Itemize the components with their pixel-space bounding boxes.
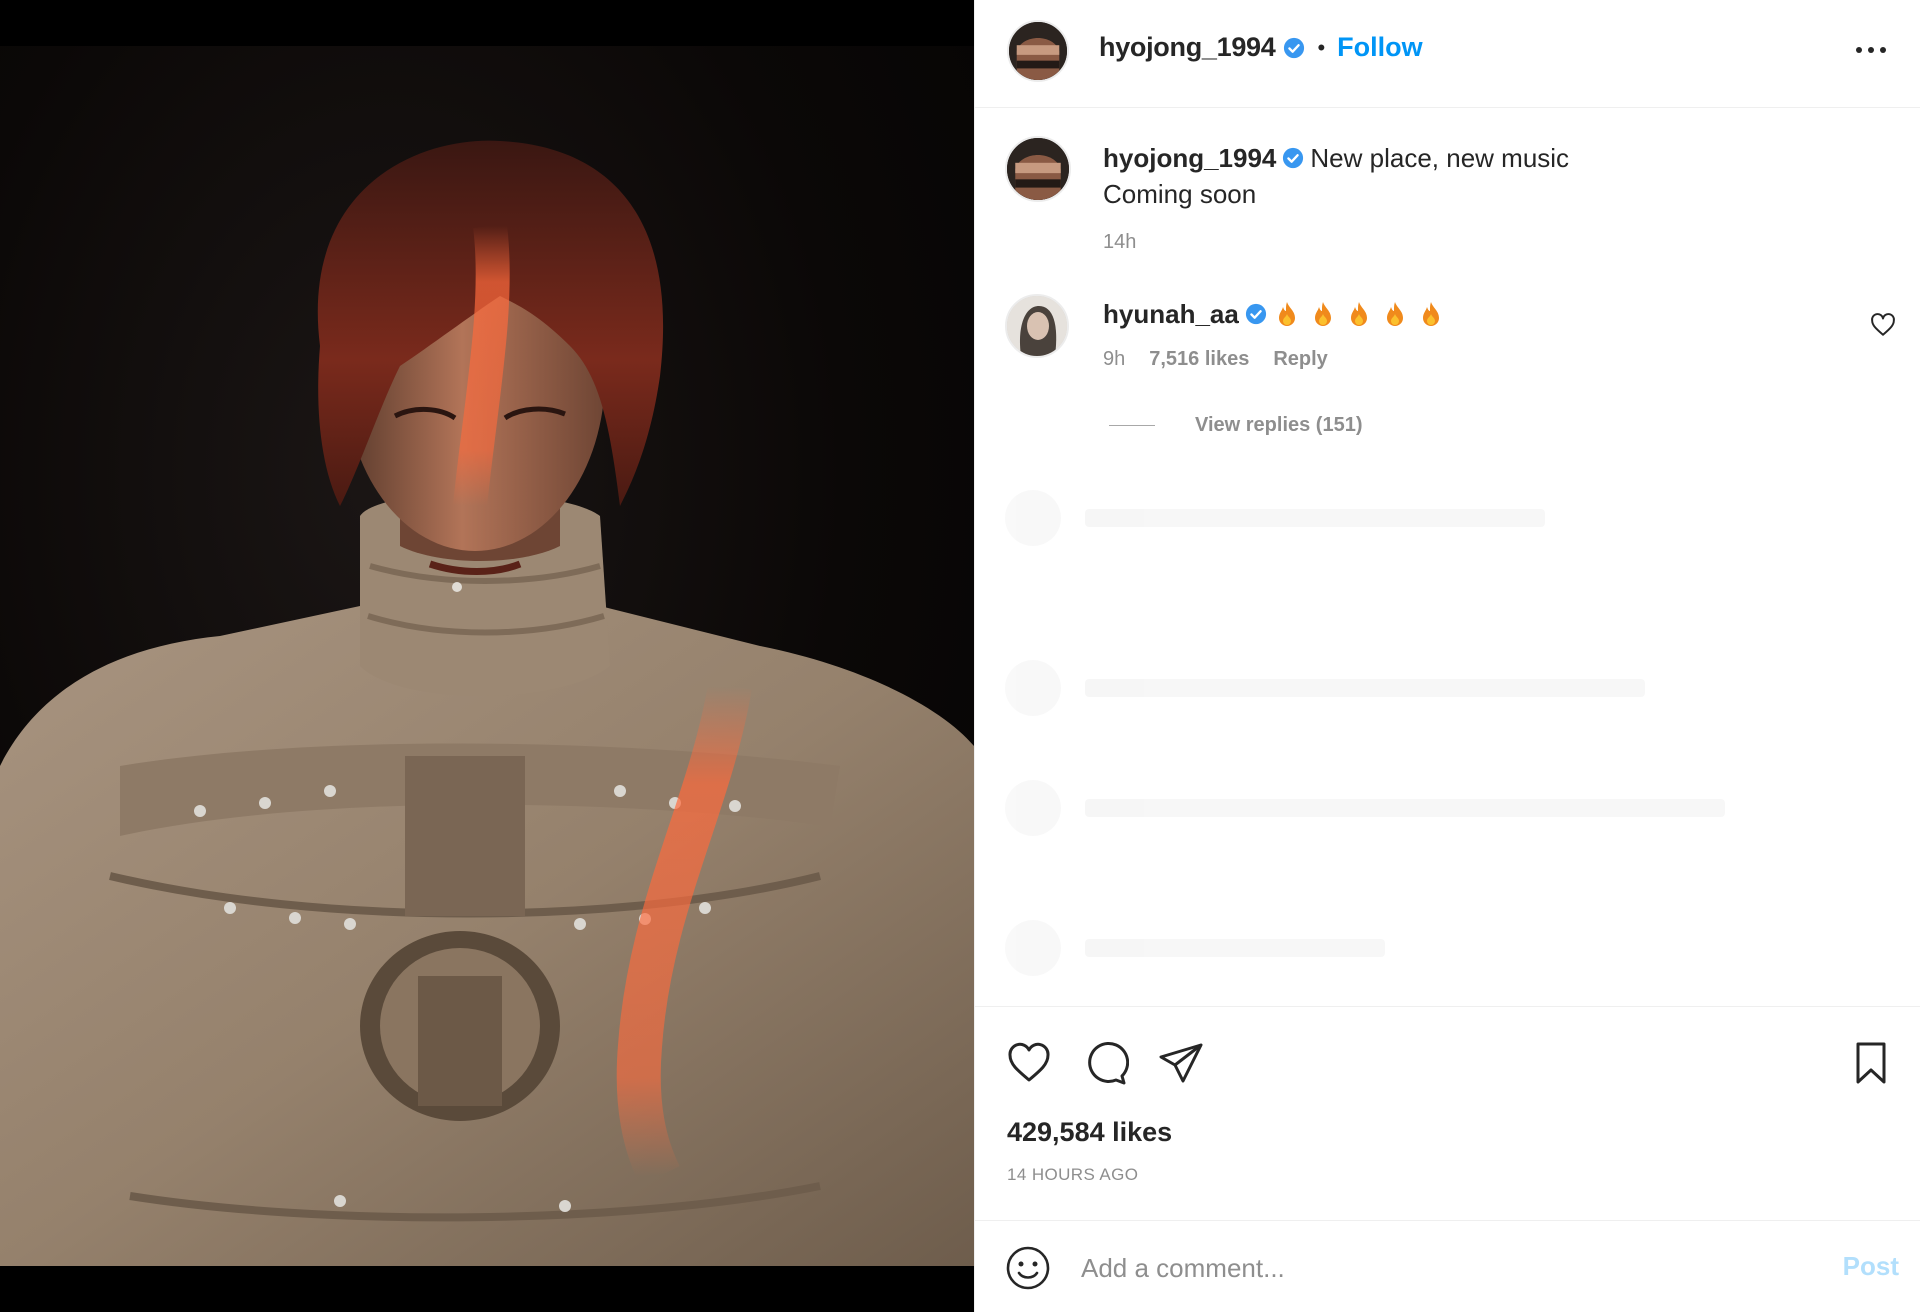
post-details-panel: hyojong_1994 • Follow hyojong_1994 New pl… bbox=[974, 0, 1920, 1312]
add-comment-bar: Post bbox=[975, 1220, 1920, 1312]
likes-count[interactable]: 429,584 likes bbox=[1007, 1117, 1172, 1148]
more-dot bbox=[1868, 47, 1874, 53]
caption-author-avatar[interactable] bbox=[1005, 136, 1071, 202]
top-comment: hyunah_aa bbox=[1103, 296, 1803, 332]
faded-avatar bbox=[1005, 920, 1061, 976]
comment-bubble-icon[interactable] bbox=[1081, 1039, 1129, 1087]
caption-line-1: New place, new music bbox=[1310, 143, 1570, 173]
more-options-icon[interactable] bbox=[1847, 30, 1895, 70]
comment-likes[interactable]: 7,516 likes bbox=[1149, 348, 1249, 371]
faded-avatar bbox=[1005, 490, 1061, 546]
post-actions: 429,584 likes 14 HOURS AGO bbox=[975, 1006, 1920, 1226]
separator-dot: • bbox=[1317, 34, 1326, 60]
comment-heart-icon[interactable] bbox=[1870, 312, 1896, 338]
fire-emoji-icon bbox=[1278, 302, 1295, 327]
replies-line bbox=[1109, 425, 1155, 426]
comment-emojis bbox=[1275, 301, 1443, 327]
fire-emoji-icon bbox=[1386, 302, 1403, 327]
verified-badge-icon bbox=[1245, 303, 1267, 325]
author-avatar[interactable] bbox=[1007, 20, 1069, 82]
view-replies-label: View replies (151) bbox=[1195, 414, 1363, 436]
caption-username[interactable]: hyojong_1994 bbox=[1103, 143, 1276, 173]
faded-avatar bbox=[1005, 780, 1061, 836]
bookmark-icon[interactable] bbox=[1847, 1039, 1895, 1087]
follow-button[interactable]: Follow bbox=[1337, 32, 1422, 63]
smiley-face-icon[interactable] bbox=[1005, 1245, 1051, 1291]
fire-emoji-icon bbox=[1422, 302, 1439, 327]
comment-time[interactable]: 9h bbox=[1103, 348, 1125, 371]
more-dot bbox=[1856, 47, 1862, 53]
reply-button[interactable]: Reply bbox=[1273, 348, 1327, 371]
paper-plane-icon[interactable] bbox=[1157, 1039, 1205, 1087]
faded-avatar bbox=[1005, 660, 1061, 716]
fire-emoji-icon bbox=[1350, 302, 1367, 327]
caption-line-2: Coming soon bbox=[1103, 179, 1257, 209]
author-username[interactable]: hyojong_1994 bbox=[1099, 32, 1276, 63]
obscured-comments bbox=[1005, 480, 1895, 1000]
faded-comment-row bbox=[1005, 780, 1725, 836]
faded-text bbox=[1085, 799, 1725, 817]
post-caption: hyojong_1994 New place, new music Coming … bbox=[1103, 140, 1863, 260]
header-user-row: hyojong_1994 • Follow bbox=[1099, 32, 1423, 63]
comment-meta: 9h 7,516 likes Reply bbox=[1103, 348, 1328, 371]
caption-time[interactable]: 14h bbox=[1103, 224, 1863, 260]
verified-badge-icon bbox=[1283, 37, 1305, 59]
fire-emoji-icon bbox=[1314, 302, 1331, 327]
heart-icon[interactable] bbox=[1005, 1039, 1053, 1087]
faded-text bbox=[1085, 509, 1545, 527]
post-header: hyojong_1994 • Follow bbox=[975, 0, 1920, 108]
photo-frame bbox=[0, 46, 974, 1266]
faded-comment-row bbox=[1005, 490, 1545, 546]
verified-badge-icon bbox=[1282, 147, 1304, 169]
more-dot bbox=[1880, 47, 1886, 53]
portrait-image bbox=[0, 140, 974, 1266]
comment-input[interactable] bbox=[1081, 1241, 1781, 1295]
faded-text bbox=[1085, 939, 1385, 957]
faded-text bbox=[1085, 679, 1645, 697]
faded-comment-row bbox=[1005, 660, 1645, 716]
commenter-avatar[interactable] bbox=[1005, 294, 1069, 358]
commenter-username[interactable]: hyunah_aa bbox=[1103, 299, 1239, 329]
post-photo[interactable] bbox=[0, 0, 974, 1312]
view-replies-button[interactable]: View replies (151) bbox=[1109, 414, 1363, 437]
post-comment-button[interactable]: Post bbox=[1843, 1251, 1899, 1282]
faded-comment-row bbox=[1005, 920, 1385, 976]
post-timestamp[interactable]: 14 HOURS AGO bbox=[1007, 1165, 1138, 1185]
